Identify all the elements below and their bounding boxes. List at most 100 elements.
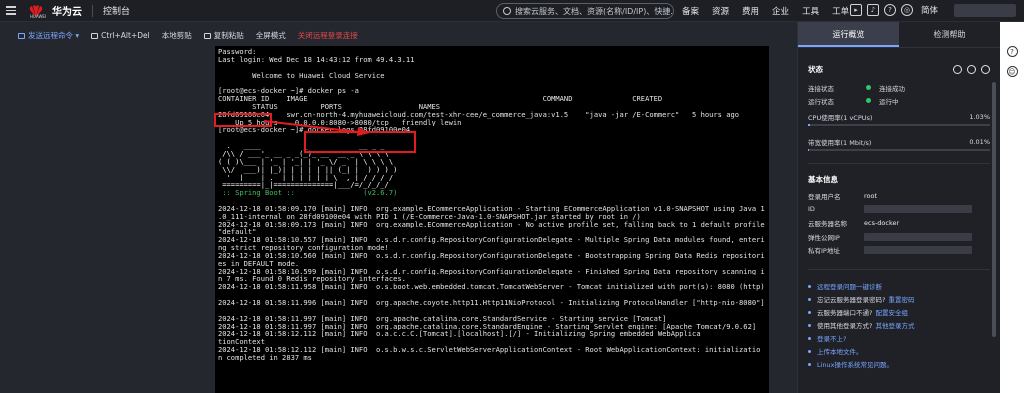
nav-tools[interactable]: 工具	[802, 5, 819, 17]
link-question: 使用其他登录方式?	[817, 322, 873, 331]
ctrl-alt-del-button[interactable]: Ctrl+Alt+Del	[91, 31, 150, 40]
bandwidth-usage-fill	[808, 149, 809, 151]
fullscreen-button[interactable]: 全屏模式	[256, 30, 286, 41]
fullscreen-label: 全屏模式	[255, 31, 286, 40]
cpu-usage-fill	[808, 124, 810, 126]
link-diagnose[interactable]: 远程登录问题一键诊断	[808, 280, 990, 293]
link-cannot-login[interactable]: 登录不上?	[808, 332, 990, 345]
feedback-icon[interactable]: ☺	[1006, 66, 1018, 77]
terminal-line: tionContext	[218, 338, 265, 347]
nav-enterprise[interactable]: 企业	[772, 5, 789, 17]
floating-help-strip: ? ☺	[1000, 22, 1024, 393]
cpu-usage-bar	[808, 124, 990, 126]
terminal-line: :: Spring Boot :: (v2.6.7)	[218, 189, 398, 198]
terminal-line: 2024-12-18 01:58:09.173 [main] INFO org.…	[218, 220, 766, 229]
nav-filing[interactable]: 备案	[682, 5, 699, 17]
link-upload-file[interactable]: 上传本地文件。	[808, 345, 990, 358]
language-switch[interactable]: 简体	[921, 4, 938, 16]
terminal-line: Welcome to Huawei Cloud Service	[218, 71, 385, 80]
send-remote-command-button[interactable]: 发送远程命令 ▾	[18, 30, 79, 41]
cpu-usage-row: CPU使用率(1 vCPUs) 1.03%	[808, 111, 990, 123]
status-dot-icon	[866, 85, 871, 90]
search-icon	[503, 7, 511, 15]
terminal-line: 2024-12-18 01:58:11.996 [main] INFO org.…	[218, 299, 765, 307]
info-value: ecs-docker	[864, 218, 900, 227]
search-placeholder: 搜索云服务、文档、资源(名称/ID/IP)、快捷...	[515, 6, 674, 16]
global-search-input[interactable]: 搜索云服务、文档、资源(名称/ID/IP)、快捷...	[496, 3, 674, 19]
info-label: ID	[808, 205, 815, 214]
panel-scrollbar[interactable]	[992, 82, 996, 337]
help-icon[interactable]: ?	[884, 4, 896, 16]
info-row-server-name: 云服务器名称 ecs-docker	[808, 216, 990, 230]
power-icon[interactable]	[953, 65, 962, 74]
console-link[interactable]: 控制台	[103, 4, 130, 17]
bullet-icon	[808, 284, 811, 288]
refresh-icon[interactable]	[981, 65, 990, 74]
terminal-line: 2024-12-18 01:58:09.170 [main] INFO org.…	[218, 204, 766, 213]
terminal-line: [root@ecs-docker ~]# docker logs 28fd091…	[218, 126, 411, 135]
cloud-shell-icon[interactable]: ▸	[850, 4, 862, 16]
tab-diagnostics[interactable]: 检测帮助	[899, 22, 1000, 47]
link-other-login-row: 使用其他登录方式? 其他登录方式	[808, 319, 990, 332]
running-status-row: 运行状态 运行中	[808, 94, 990, 107]
bullet-icon	[808, 310, 811, 314]
local-clipboard-button[interactable]: 本地剪贴	[162, 30, 192, 41]
info-row-private-ip: 私有IP地址	[808, 243, 990, 257]
link-question: 忘记云服务器登录密码?	[817, 296, 886, 305]
terminal-line: STATUS PORTS NAMES	[218, 102, 441, 111]
nav-resources[interactable]: 资源	[712, 5, 729, 17]
globe-icon[interactable]: ◎	[901, 4, 913, 16]
monitor-icon	[91, 32, 99, 39]
link-security-group-row: 云服务器端口不通? 配置安全组	[808, 306, 990, 319]
link-security-group[interactable]: 配置安全组	[875, 307, 908, 317]
bullet-icon	[808, 349, 811, 353]
help-icon[interactable]: ?	[1006, 46, 1018, 57]
account-name-redacted[interactable]	[954, 4, 1016, 17]
terminal-line: /\\ / ___'_ __ _ _(_)_ __ __ _ \ \ \ \	[218, 149, 389, 158]
terminal-line: ng strict repository configuration mode!	[218, 244, 389, 252]
info-row-username: 登录用户名 root	[808, 189, 990, 203]
basic-info-title: 基本信息	[808, 175, 838, 184]
link-linux-faq[interactable]: Linux操作系统常见问题。	[808, 358, 990, 371]
link-question: 云服务器端口不通?	[817, 309, 873, 318]
terminal-line: [root@ecs-docker ~]# docker ps -a	[218, 87, 359, 96]
info-label: 私有IP地址	[808, 247, 840, 256]
link-reset-password[interactable]: 重置密码	[888, 294, 914, 304]
link-other-login[interactable]: 其他登录方式	[875, 320, 914, 330]
bandwidth-usage-label: 带宽使用率(1 Mbit/s)	[808, 139, 872, 147]
running-status-value: 运行中	[879, 97, 899, 106]
close-connection-button[interactable]: 关闭远程登录连接	[298, 30, 358, 41]
terminal-line: ( ( )\___ | '_ | '_| | '_ \/ _` | \ \ \ …	[218, 157, 394, 166]
divider	[92, 4, 93, 17]
nav-billing[interactable]: 费用	[742, 5, 759, 17]
terminal-line: .0_111-internal on 28fd09100e04 with PID…	[218, 212, 641, 221]
terminal-line: Last login: Wed Dec 18 14:43:12 from 49.…	[218, 55, 415, 64]
terminal-line: es in DEFAULT mode.	[218, 259, 300, 268]
copy-paste-button[interactable]: 复制粘贴	[203, 30, 244, 41]
clipboard-icon	[203, 32, 211, 39]
top-icons: ▸ ♪ ? ◎ 简体	[850, 4, 938, 16]
terminal-line: n 7 ms. Found 0 Redis repository interfa…	[218, 275, 406, 284]
local-clipboard-label: 本地剪贴	[161, 31, 192, 40]
terminal-line: 2024-12-18 01:58:12.112 [main] INFO o.a.…	[218, 330, 701, 339]
nav-tickets[interactable]: 工单	[832, 5, 849, 17]
bullet-icon	[808, 336, 811, 340]
link-text: 远程登录问题一键诊断	[817, 283, 882, 292]
menu-icon[interactable]	[0, 0, 22, 22]
brand-name[interactable]: 华为云	[52, 3, 82, 18]
remote-terminal[interactable]: Password: Last login: Wed Dec 18 14:43:12…	[215, 46, 769, 393]
bandwidth-usage-row: 带宽使用率(1 Mbit/s) 0.01%	[808, 136, 990, 148]
notification-bell-icon[interactable]: ♪	[867, 4, 879, 16]
bullet-icon	[808, 362, 811, 366]
terminal-line: Up 5 hours 0.0.0.0:8080->8080/tcp friend…	[218, 118, 462, 127]
info-label: 弹性公网IP	[808, 233, 840, 242]
restart-icon[interactable]	[967, 65, 976, 74]
terminal-line: 2024-12-18 01:58:11.997 [main] INFO org.…	[218, 322, 757, 331]
terminal-line: ' |____| .__|_| |_|_| |_\__, | / / / /	[218, 173, 394, 182]
tab-overview[interactable]: 运行概览	[798, 22, 899, 47]
